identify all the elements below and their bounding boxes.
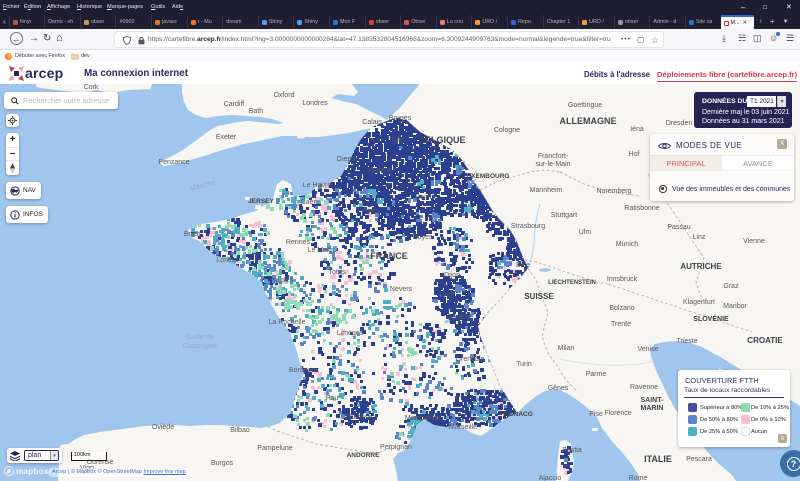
svg-text:Reims: Reims	[415, 194, 435, 201]
svg-text:MONACO: MONACO	[503, 411, 533, 418]
svg-text:Caen: Caen	[301, 199, 318, 206]
svg-text:Stuttgart: Stuttgart	[551, 212, 578, 219]
svg-text:ITALIE: ITALIE	[644, 454, 672, 464]
svg-text:Rennes: Rennes	[286, 239, 311, 246]
svg-text:Genève: Genève	[447, 314, 472, 321]
svg-text:MARIN: MARIN	[641, 405, 664, 412]
svg-text:Lorient: Lorient	[216, 257, 237, 264]
svg-text:Gascogne: Gascogne	[183, 341, 217, 350]
svg-text:Londres: Londres	[302, 100, 328, 107]
svg-text:ALLEMAGNE: ALLEMAGNE	[560, 116, 617, 126]
svg-text:Trieste: Trieste	[676, 338, 697, 345]
svg-text:Oxford: Oxford	[273, 92, 294, 99]
svg-text:Francfort-: Francfort-	[538, 153, 569, 160]
svg-text:SUISSE: SUISSE	[524, 292, 554, 301]
svg-text:Venise: Venise	[637, 346, 658, 353]
svg-text:Pau: Pau	[326, 395, 339, 402]
svg-text:Goettingue: Goettingue	[568, 102, 602, 109]
svg-text:Bâle: Bâle	[516, 262, 530, 269]
svg-text:BELGIQUE: BELGIQUE	[418, 135, 465, 145]
svg-text:Ulm: Ulm	[579, 229, 592, 236]
svg-text:AUTRICHE: AUTRICHE	[680, 262, 722, 271]
svg-text:Gênes: Gênes	[548, 385, 569, 392]
svg-text:Trente: Trente	[611, 321, 631, 328]
svg-text:Le Havre: Le Havre	[303, 182, 332, 189]
svg-text:Munich: Munich	[616, 241, 639, 248]
svg-text:Ravenne: Ravenne	[630, 384, 658, 391]
svg-text:Troyes: Troyes	[411, 234, 433, 241]
svg-text:Bruges: Bruges	[389, 115, 412, 122]
svg-text:Florence: Florence	[604, 410, 631, 417]
svg-text:Dijon: Dijon	[444, 272, 460, 279]
svg-text:Klagenfurt: Klagenfurt	[683, 299, 715, 306]
svg-text:Golfe de: Golfe de	[186, 332, 214, 341]
svg-text:FRANCE: FRANCE	[370, 251, 408, 261]
svg-text:Bath: Bath	[249, 108, 264, 115]
svg-text:Bilbao: Bilbao	[230, 427, 250, 434]
svg-text:CROATIE: CROATIE	[747, 336, 783, 345]
svg-text:Ajaccio: Ajaccio	[539, 475, 562, 481]
svg-text:Nantes: Nantes	[271, 277, 294, 284]
svg-text:Limoges: Limoges	[337, 330, 364, 337]
svg-text:Hof: Hof	[629, 151, 640, 158]
svg-text:Penzance: Penzance	[158, 159, 189, 166]
svg-text:Maribor: Maribor	[723, 303, 747, 310]
svg-text:SAINT-: SAINT-	[641, 397, 665, 404]
svg-text:Dieppe: Dieppe	[337, 156, 359, 163]
svg-text:JERSEY: JERSEY	[248, 198, 274, 205]
svg-text:Brest: Brest	[184, 231, 200, 238]
svg-text:Cork: Cork	[84, 84, 99, 91]
svg-text:Bolzano: Bolzano	[609, 305, 634, 312]
svg-text:Vienne: Vienne	[743, 238, 765, 245]
svg-text:Calais: Calais	[362, 119, 382, 126]
svg-text:Bastia: Bastia	[562, 447, 582, 454]
svg-text:Pise: Pise	[589, 411, 603, 418]
svg-text:Lille: Lille	[392, 137, 405, 144]
svg-text:Le Mans: Le Mans	[308, 247, 335, 254]
svg-text:Iéna: Iéna	[630, 126, 644, 133]
svg-text:Cologne: Cologne	[494, 127, 520, 134]
svg-text:Tours: Tours	[328, 269, 346, 276]
svg-text:Burgos: Burgos	[211, 460, 234, 467]
svg-text:LUXEMBOURG: LUXEMBOURG	[463, 173, 510, 180]
svg-text:Dresden: Dresden	[666, 120, 693, 127]
svg-text:Montpellier: Montpellier	[405, 415, 440, 422]
svg-text:Nuremberg: Nuremberg	[596, 188, 631, 195]
svg-text:Nevers: Nevers	[390, 286, 413, 293]
svg-text:Parme: Parme	[586, 371, 607, 378]
svg-text:Mannheim: Mannheim	[530, 187, 563, 194]
svg-text:Milan: Milan	[558, 345, 575, 352]
svg-text:Pescara: Pescara	[686, 456, 712, 463]
svg-text:Innsbruck: Innsbruck	[607, 276, 638, 283]
svg-text:Rome: Rome	[629, 475, 648, 481]
svg-text:Marseille: Marseille	[449, 424, 477, 431]
svg-text:Amiens: Amiens	[368, 167, 392, 174]
svg-text:Lyon: Lyon	[440, 292, 455, 299]
svg-text:Pampelune: Pampelune	[257, 445, 293, 452]
svg-text:La Rochelle: La Rochelle	[269, 319, 306, 326]
svg-text:Toulouse: Toulouse	[344, 414, 372, 421]
svg-text:Paris: Paris	[362, 208, 378, 215]
svg-text:LIECHTENSTEIN: LIECHTENSTEIN	[548, 280, 596, 286]
svg-text:Oviède: Oviède	[152, 424, 174, 431]
svg-text:ANDORRE: ANDORRE	[347, 452, 381, 459]
svg-text:Perpignan: Perpignan	[380, 444, 412, 451]
svg-text:Passau: Passau	[667, 224, 690, 231]
svg-text:Strasbourg: Strasbourg	[511, 223, 545, 230]
svg-text:Bordeaux: Bordeaux	[289, 367, 319, 374]
svg-text:Cardiff: Cardiff	[224, 101, 245, 108]
svg-text:Grenoble: Grenoble	[456, 356, 485, 363]
svg-text:sur-le-Main: sur-le-Main	[535, 161, 570, 168]
svg-text:Ratisbonne: Ratisbonne	[624, 205, 660, 212]
svg-text:Graz: Graz	[723, 283, 739, 290]
svg-text:Linz: Linz	[693, 234, 706, 241]
svg-text:Turin: Turin	[516, 361, 532, 368]
svg-text:SLOVÉNIE: SLOVÉNIE	[693, 314, 729, 323]
svg-text:Exeter: Exeter	[216, 134, 237, 141]
